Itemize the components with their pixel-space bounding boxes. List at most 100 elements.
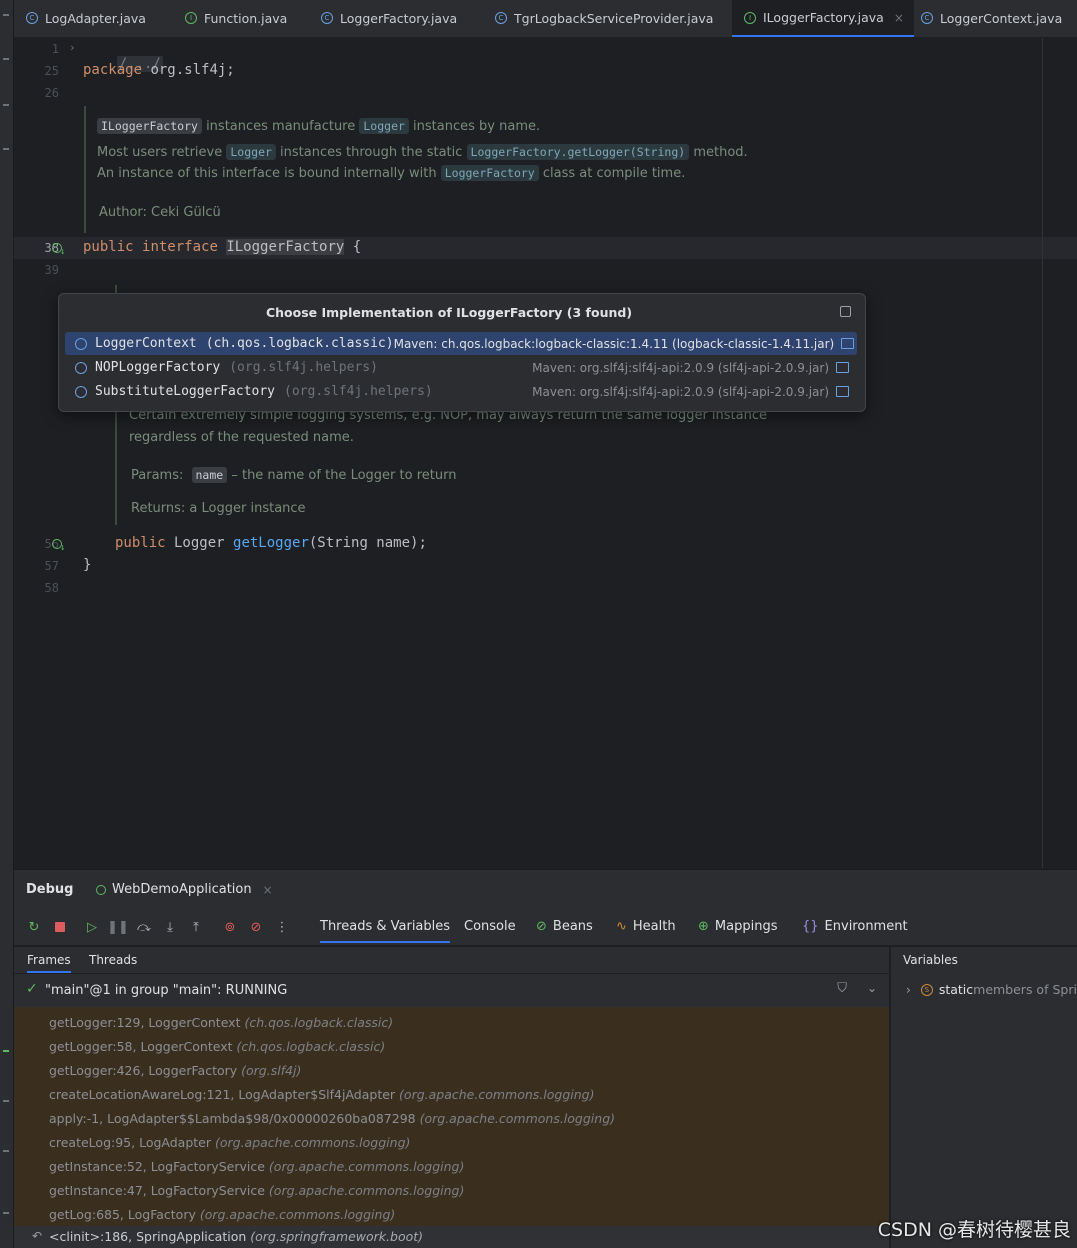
- tab-function[interactable]: I Function.java: [185, 0, 287, 36]
- close-icon[interactable]: ×: [263, 883, 273, 897]
- code-chip[interactable]: Logger: [359, 118, 409, 134]
- stack-frame[interactable]: getInstance:52, LogFactoryService (org.a…: [49, 1159, 464, 1174]
- doc-text: instances manufacture: [201, 119, 360, 134]
- interface-icon: I: [744, 11, 756, 24]
- tab-mappings[interactable]: ⊕ Mappings: [698, 919, 777, 934]
- code-editor[interactable]: 1 25 26 38 39 56 57 58 › ↓ ↓ /.../ packa…: [14, 38, 1077, 868]
- tab-console[interactable]: Console: [464, 919, 516, 934]
- tab-label: Health: [632, 919, 676, 934]
- doc-line: An instance of this interface is bound i…: [97, 165, 685, 181]
- strip-mark[interactable]: [3, 14, 9, 16]
- arrow-down-icon: ↓: [60, 543, 66, 553]
- line-number: 1: [51, 42, 59, 56]
- stop-button[interactable]: [52, 919, 68, 935]
- line-number: 25: [44, 64, 59, 78]
- package-name: org.slf4j;: [142, 62, 235, 78]
- resume-icon[interactable]: ▷: [84, 919, 100, 935]
- class-icon: [75, 361, 87, 374]
- stack-frame[interactable]: getLog:685, LogFactory (org.apache.commo…: [49, 1207, 395, 1222]
- frame-package: (org.springframework.boot): [250, 1229, 424, 1244]
- tab-threads-variables[interactable]: Threads & Variables: [320, 919, 451, 943]
- library-icon: [836, 386, 849, 397]
- frame-package: (ch.qos.logback.classic): [236, 1039, 386, 1054]
- stack-frame[interactable]: getLogger:129, LoggerContext (ch.qos.log…: [49, 1015, 393, 1030]
- doc-author: Author: Ceki Gülcü: [99, 205, 221, 220]
- more-icon[interactable]: ⋮: [274, 919, 290, 935]
- strip-mark[interactable]: [3, 148, 9, 150]
- class-icon: [75, 385, 87, 398]
- chevron-down-icon[interactable]: ⌄: [867, 981, 877, 995]
- thread-selector[interactable]: ✓ "main"@1 in group "main": RUNNING ⛉ ⌄: [14, 973, 889, 1008]
- tab-environment[interactable]: {} Environment: [802, 919, 908, 934]
- strip-mark[interactable]: [3, 58, 9, 60]
- stack-frame[interactable]: getInstance:47, LogFactoryService (org.a…: [49, 1183, 464, 1198]
- package-name: (org.slf4j.helpers): [229, 360, 378, 375]
- code-chip[interactable]: LoggerFactory: [440, 165, 539, 181]
- stack-frame-row[interactable]: ↶ <clinit>:186, SpringApplication (org.s…: [14, 1226, 889, 1248]
- doc-returns: Returns: a Logger instance: [131, 501, 306, 516]
- strip-mark[interactable]: [3, 104, 9, 106]
- stack-frame[interactable]: getLogger:426, LoggerFactory (org.slf4j): [49, 1063, 301, 1078]
- frame-package: (org.apache.commons.logging): [199, 1207, 396, 1222]
- tab-beans[interactable]: ⊘ Beans: [536, 919, 593, 934]
- method-args: (String name);: [308, 535, 427, 551]
- step-into-icon[interactable]: ⤓: [162, 919, 178, 935]
- view-breakpoints-icon[interactable]: ⊚: [222, 919, 238, 935]
- tab-label: Threads & Variables: [320, 919, 451, 934]
- debug-session-tab[interactable]: WebDemoApplication ×: [96, 882, 273, 897]
- doc-text: instances through the static: [275, 145, 467, 160]
- strip-mark[interactable]: [3, 1100, 9, 1102]
- stack-frame[interactable]: apply:-1, LogAdapter$$Lambda$98/0x000002…: [49, 1111, 615, 1126]
- method-name[interactable]: getLogger: [233, 535, 309, 551]
- variables-title: Variables: [903, 953, 958, 967]
- code-line-close: }: [83, 557, 92, 573]
- class-icon: C: [321, 12, 333, 24]
- subtab-frames[interactable]: Frames: [27, 953, 71, 973]
- pause-icon[interactable]: ❚❚: [107, 919, 129, 935]
- stack-frame[interactable]: getLogger:58, LoggerContext (ch.qos.logb…: [49, 1039, 385, 1054]
- variables-header: Variables: [890, 946, 1077, 973]
- tab-loggercontext[interactable]: C LoggerContext.java: [921, 0, 1062, 36]
- tab-health[interactable]: ∿ Health: [616, 919, 676, 934]
- variable-row[interactable]: › S static members of Spri: [906, 982, 1077, 997]
- rerun-icon[interactable]: ↻: [26, 919, 42, 935]
- keyword: public: [115, 535, 166, 551]
- code-chip: name: [191, 467, 228, 483]
- frame-method: apply:-1, LogAdapter$$Lambda$98/0x000002…: [49, 1111, 420, 1126]
- strip-mark[interactable]: [3, 1150, 9, 1152]
- stack-frame[interactable]: createLog:95, LogAdapter (org.apache.com…: [49, 1135, 410, 1150]
- class-icon: C: [495, 12, 507, 24]
- strip-mark[interactable]: [3, 1212, 9, 1214]
- tab-tgrlogbackserviceprovider[interactable]: C TgrLogbackServiceProvider.java: [495, 0, 713, 36]
- stop-icon: [55, 922, 65, 932]
- implementation-item[interactable]: NOPLoggerFactory (org.slf4j.helpers) Mav…: [65, 356, 857, 379]
- subtab-threads[interactable]: Threads: [89, 953, 137, 967]
- code-chip[interactable]: Logger: [226, 144, 276, 160]
- class-icon: C: [921, 12, 933, 24]
- code-line-package: package org.slf4j;: [83, 62, 235, 78]
- tab-label: Mappings: [714, 919, 778, 934]
- step-out-icon[interactable]: ⤒: [188, 919, 204, 935]
- editor-tab-bar: C LogAdapter.java I Function.java C Logg…: [14, 0, 1077, 38]
- stack-frame[interactable]: createLocationAwareLog:121, LogAdapter$S…: [49, 1087, 594, 1102]
- close-icon[interactable]: ×: [894, 11, 904, 25]
- code-chip[interactable]: LoggerFactory.getLogger(String): [466, 144, 690, 160]
- tab-label: ILoggerFactory.java: [763, 10, 884, 25]
- chevron-right-icon[interactable]: ›: [906, 983, 911, 997]
- tab-logadapter[interactable]: C LogAdapter.java: [26, 0, 146, 36]
- tab-iloggerfactory[interactable]: I ILoggerFactory.java ×: [732, 0, 914, 37]
- step-over-icon[interactable]: ⤼: [136, 919, 152, 935]
- frame-package: (org.slf4j): [241, 1063, 302, 1078]
- strip-mark-debug[interactable]: [3, 1050, 9, 1052]
- stack-frame[interactable]: <clinit>:186, SpringApplication (org.spr…: [49, 1229, 423, 1244]
- tab-label: Function.java: [204, 10, 288, 26]
- doc-text: Most users retrieve: [97, 145, 227, 160]
- filter-icon[interactable]: ⛉: [837, 981, 847, 996]
- implementation-item[interactable]: LoggerContext (ch.qos.logback.classic) M…: [65, 332, 857, 355]
- mute-breakpoints-icon[interactable]: ⊘: [248, 919, 264, 935]
- implementation-item[interactable]: SubstituteLoggerFactory (org.slf4j.helpe…: [65, 380, 857, 403]
- tab-loggerfactory[interactable]: C LoggerFactory.java: [321, 0, 457, 36]
- interface-name[interactable]: ILoggerFactory: [226, 239, 345, 255]
- fold-chevron-icon[interactable]: ›: [69, 41, 76, 54]
- open-in-window-icon[interactable]: [840, 306, 851, 317]
